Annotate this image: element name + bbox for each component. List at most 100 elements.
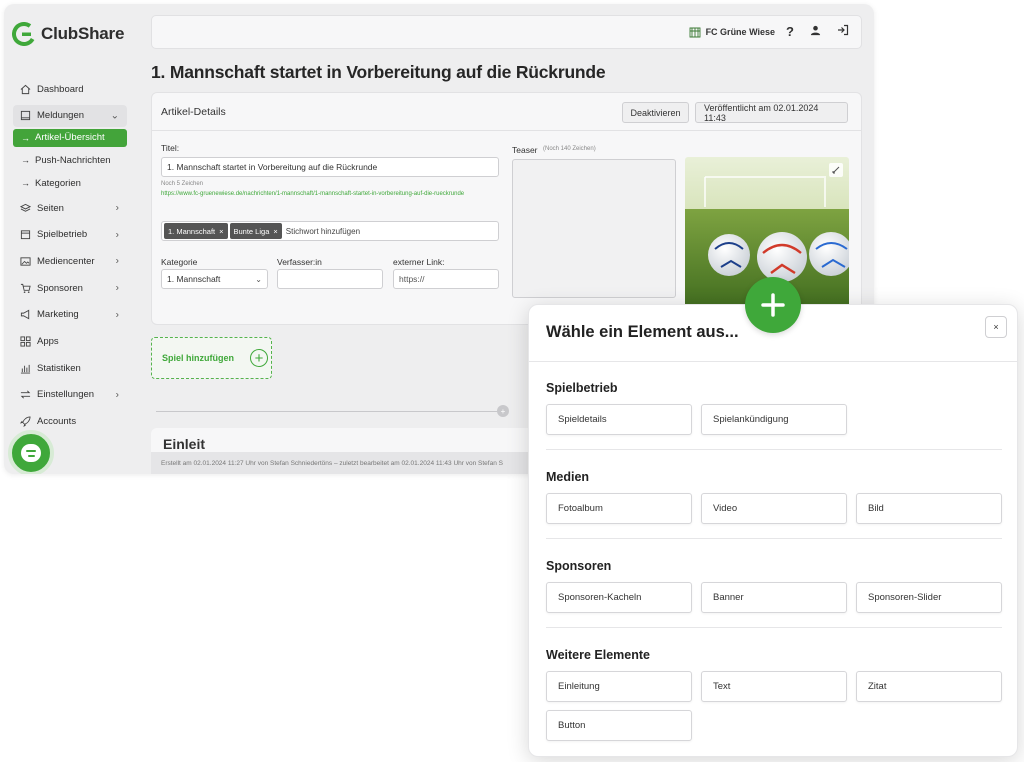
sidebar-item-spielbetrieb[interactable]: Spielbetrieb ›: [13, 221, 127, 248]
section-title-spielbetrieb: Spielbetrieb: [546, 381, 618, 395]
element-einleitung-button[interactable]: Einleitung: [546, 671, 692, 702]
sidebar-subitem-kategorien[interactable]: → Kategorien: [13, 172, 127, 195]
chat-button[interactable]: [8, 430, 54, 474]
remove-tag-icon[interactable]: ×: [273, 227, 277, 236]
sidebar-subitem-artikel-uebersicht[interactable]: → Artikel-Übersicht: [13, 128, 127, 147]
add-element-knob[interactable]: +: [497, 405, 509, 417]
element-fotoalbum-button[interactable]: Fotoalbum: [546, 493, 692, 524]
club-selector[interactable]: FC Grüne Wiese: [689, 26, 775, 38]
sidebar-item-label: Einstellungen: [37, 389, 95, 401]
sidebar-item-apps[interactable]: Apps: [13, 328, 127, 355]
tags-input[interactable]: 1. Mannschaft × Bunte Liga × Stichwort hin…: [161, 221, 499, 241]
sidebar-subitem-push-nachrichten[interactable]: → Push-Nachrichten: [13, 149, 127, 172]
element-sponsoren-slider-button[interactable]: Sponsoren-Slider: [856, 582, 1002, 613]
category-value: 1. Mannschaft: [167, 274, 221, 284]
arrow-right-icon: →: [21, 178, 30, 189]
element-banner-button[interactable]: Banner: [701, 582, 847, 613]
sidebar-item-label: Sponsoren: [37, 282, 83, 294]
arrow-right-icon: →: [21, 155, 30, 166]
remove-tag-icon[interactable]: ×: [219, 227, 223, 236]
clubshare-logo-icon: [12, 22, 36, 46]
title-label: Titel:: [161, 143, 180, 153]
layers-icon: [19, 202, 31, 214]
category-select[interactable]: 1. Mannschaft ⌄: [161, 269, 268, 289]
sidebar-item-label: Dashboard: [37, 83, 84, 95]
calendar-icon: [19, 229, 31, 241]
tag-chip[interactable]: 1. Mannschaft ×: [164, 223, 228, 239]
element-button-button[interactable]: Button: [546, 710, 692, 741]
chevron-right-icon: ›: [115, 202, 119, 214]
sidebar: ClubShare Dashboard Meldungen ⌄ → Artike…: [4, 4, 136, 474]
external-link-label: externer Link:: [393, 257, 445, 267]
deactivate-button[interactable]: Deaktivieren: [622, 102, 689, 123]
clubshare-logo[interactable]: ClubShare: [12, 22, 124, 46]
element-picker-modal: Wähle ein Element aus... × Spielbetrieb …: [528, 304, 1018, 757]
sidebar-subitem-label: Push-Nachrichten: [35, 154, 111, 166]
sidebar-item-statistiken[interactable]: Statistiken: [13, 355, 127, 382]
element-spielankuendigung-button[interactable]: Spielankündigung: [701, 404, 847, 435]
sidebar-item-seiten[interactable]: Seiten ›: [13, 195, 127, 222]
top-bar: FC Grüne Wiese ?: [151, 15, 862, 49]
close-icon[interactable]: ×: [985, 316, 1007, 338]
article-url-link[interactable]: https://www.fc-gruenewiese.de/nachrichte…: [161, 189, 501, 199]
next-block-heading: Einleit: [163, 436, 206, 452]
add-game-button[interactable]: Spiel hinzufügen +: [151, 337, 272, 379]
club-crest-icon: [689, 27, 701, 38]
sidebar-nav: Dashboard Meldungen ⌄ → Artikel-Übersich…: [13, 76, 127, 435]
sidebar-item-marketing[interactable]: Marketing ›: [13, 301, 127, 328]
logout-icon[interactable]: [837, 24, 849, 39]
tag-chip[interactable]: Bunte Liga ×: [229, 223, 282, 239]
top-bar-icons: ?: [786, 24, 849, 39]
book-icon: [19, 110, 31, 122]
arrows-icon: [19, 389, 31, 401]
section-divider: [546, 538, 1002, 539]
teaser-textarea[interactable]: [512, 159, 676, 298]
chevron-down-icon: ⌄: [110, 110, 119, 122]
bar-chart-icon: [19, 362, 31, 374]
chevron-right-icon: ›: [115, 309, 119, 321]
sidebar-item-einstellungen[interactable]: Einstellungen ›: [13, 382, 127, 409]
sidebar-item-meldungen[interactable]: Meldungen ⌄: [13, 104, 127, 127]
element-video-button[interactable]: Video: [701, 493, 847, 524]
element-zitat-button[interactable]: Zitat: [856, 671, 1002, 702]
add-element-button[interactable]: [745, 277, 801, 333]
sidebar-item-mediencenter[interactable]: Mediencenter ›: [13, 248, 127, 275]
content-divider: [156, 411, 506, 412]
chevron-right-icon: ›: [115, 255, 119, 267]
sidebar-subitem-label: Kategorien: [35, 177, 81, 189]
element-text-button[interactable]: Text: [701, 671, 847, 702]
section-title-sponsoren: Sponsoren: [546, 559, 612, 573]
plus-icon: [761, 293, 785, 317]
title-input[interactable]: 1. Mannschaft startet in Vorbereitung au…: [161, 157, 499, 177]
sidebar-subitem-label: Artikel-Übersicht: [35, 132, 105, 144]
author-input[interactable]: [277, 269, 383, 289]
logo-text: ClubShare: [41, 24, 125, 43]
club-name: FC Grüne Wiese: [705, 27, 775, 37]
published-button[interactable]: Veröffentlicht am 02.01.2024 11:43: [695, 102, 848, 123]
sidebar-item-label: Apps: [37, 335, 59, 347]
sidebar-item-label: Marketing: [37, 309, 79, 321]
sidebar-item-label: Spielbetrieb: [37, 229, 88, 241]
chevron-right-icon: ›: [115, 282, 119, 294]
sidebar-item-label: Statistiken: [37, 362, 81, 374]
grid-icon: [19, 335, 31, 347]
help-icon[interactable]: ?: [786, 24, 794, 39]
teaser-label: Teaser: [512, 145, 538, 155]
home-icon: [19, 83, 31, 95]
chevron-right-icon: ›: [115, 229, 119, 241]
external-link-input[interactable]: https://: [393, 269, 499, 289]
add-game-label: Spiel hinzufügen: [162, 353, 234, 363]
element-spieldetails-button[interactable]: Spieldetails: [546, 404, 692, 435]
sidebar-item-dashboard[interactable]: Dashboard: [13, 76, 127, 103]
chevron-down-icon: ⌄: [255, 274, 262, 284]
tag-input-placeholder[interactable]: Stichwort hinzufügen: [286, 227, 360, 236]
element-sponsoren-kacheln-button[interactable]: Sponsoren-Kacheln: [546, 582, 692, 613]
title-chars-left: Noch 5 Zeichen: [161, 181, 204, 187]
section-divider: [546, 449, 1002, 450]
section-divider: [546, 627, 1002, 628]
sidebar-item-sponsoren[interactable]: Sponsoren ›: [13, 275, 127, 302]
chat-bubble-icon: [21, 444, 41, 462]
element-bild-button[interactable]: Bild: [856, 493, 1002, 524]
sidebar-item-label: Meldungen: [37, 110, 85, 122]
user-icon[interactable]: [810, 24, 821, 39]
